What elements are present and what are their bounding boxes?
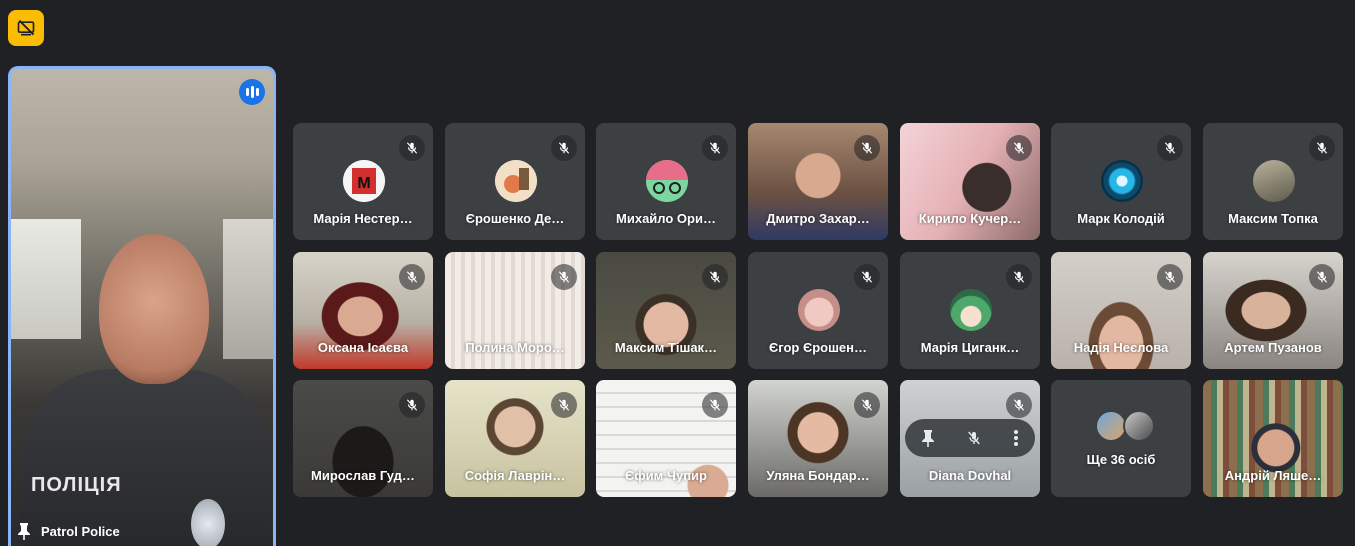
participant-tile[interactable]: Марк Колодій bbox=[1051, 123, 1191, 240]
pinned-participant-name: Patrol Police bbox=[17, 522, 120, 540]
participant-video-tile[interactable]: Diana Dovhal bbox=[900, 380, 1040, 497]
participant-video-tile[interactable]: Мирослав Гуд… bbox=[293, 380, 433, 497]
car-window bbox=[11, 219, 81, 339]
mic-off-icon bbox=[399, 264, 425, 290]
present-off-button[interactable] bbox=[8, 10, 44, 46]
participant-name: Єгор Єрошен… bbox=[768, 340, 868, 355]
avatar bbox=[950, 289, 992, 331]
participant-name: Полина Моро… bbox=[465, 340, 565, 355]
participant-tile[interactable]: Єгор Єрошен… bbox=[748, 252, 888, 369]
participant-video-tile[interactable]: Єфим Чупир bbox=[596, 380, 736, 497]
participant-name: Андрій Ляше… bbox=[1224, 468, 1322, 483]
participant-video-tile[interactable]: Софія Лаврін… bbox=[445, 380, 585, 497]
participant-name: Мирослав Гуд… bbox=[311, 468, 415, 483]
participant-name: Марія Циганк… bbox=[920, 340, 1020, 355]
participant-video-tile[interactable]: Дмитро Захар… bbox=[748, 123, 888, 240]
speaker-body bbox=[21, 369, 271, 546]
participant-name: Максим Тішак… bbox=[614, 340, 718, 355]
participant-tile[interactable]: Михайло Ори… bbox=[596, 123, 736, 240]
participant-tile[interactable]: Максим Топка bbox=[1203, 123, 1343, 240]
participant-tile[interactable]: Марія Циганк… bbox=[900, 252, 1040, 369]
participant-name: Марк Колодій bbox=[1077, 211, 1165, 226]
mic-off-icon bbox=[551, 264, 577, 290]
participant-name: Оксана Ісаєва bbox=[317, 340, 409, 355]
mic-off-icon bbox=[854, 135, 880, 161]
screen-share-off-icon bbox=[17, 19, 35, 36]
speaking-indicator-icon bbox=[239, 79, 265, 105]
police-badge bbox=[191, 499, 225, 546]
participant-video-tile[interactable]: Максим Тішак… bbox=[596, 252, 736, 369]
mic-off-icon bbox=[1157, 264, 1183, 290]
mic-off-icon bbox=[1006, 135, 1032, 161]
participant-name: Уляна Бондар… bbox=[766, 468, 870, 483]
participant-name: Артем Пузанов bbox=[1224, 340, 1322, 355]
mic-off-icon bbox=[1309, 264, 1335, 290]
avatar bbox=[646, 160, 688, 202]
pin-icon bbox=[18, 523, 30, 540]
mic-off-icon bbox=[702, 264, 728, 290]
mic-off-icon bbox=[1157, 135, 1183, 161]
participant-video-tile[interactable]: Оксана Ісаєва bbox=[293, 252, 433, 369]
participant-video-tile[interactable]: Артем Пузанов bbox=[1203, 252, 1343, 369]
avatar bbox=[798, 289, 840, 331]
participant-name: Єрошенко Де… bbox=[465, 211, 565, 226]
mic-off-icon bbox=[1006, 392, 1032, 418]
participant-name: Надія Неєлова bbox=[1073, 340, 1169, 355]
participant-name: Максим Топка bbox=[1228, 211, 1318, 226]
mic-off-icon bbox=[702, 392, 728, 418]
participant-video-tile[interactable]: Надія Неєлова bbox=[1051, 252, 1191, 369]
participant-name: Diana Dovhal bbox=[928, 468, 1012, 483]
participant-tile[interactable]: Єрошенко Де… bbox=[445, 123, 585, 240]
mic-off-icon bbox=[399, 135, 425, 161]
avatar: M bbox=[343, 160, 385, 202]
participant-tile[interactable]: M Марія Нестер… bbox=[293, 123, 433, 240]
svg-text:M: M bbox=[357, 175, 370, 192]
participant-name: Кирило Кучер… bbox=[918, 211, 1022, 226]
participant-video-tile[interactable]: Уляна Бондар… bbox=[748, 380, 888, 497]
pinned-speaker-tile[interactable]: ПОЛІЦІЯ Patrol Police bbox=[8, 66, 276, 546]
more-avatars bbox=[1095, 410, 1155, 442]
avatar bbox=[1101, 160, 1143, 202]
participant-name: Михайло Ори… bbox=[616, 211, 716, 226]
mic-off-icon bbox=[854, 264, 880, 290]
avatar bbox=[1123, 410, 1155, 442]
more-participants-label: Ще 36 осіб bbox=[1086, 452, 1156, 467]
mic-off-icon bbox=[399, 392, 425, 418]
avatar bbox=[1253, 160, 1295, 202]
more-options-icon[interactable] bbox=[1013, 429, 1019, 447]
mic-off-icon bbox=[551, 135, 577, 161]
participant-video-tile[interactable]: Кирило Кучер… bbox=[900, 123, 1040, 240]
participant-name: Дмитро Захар… bbox=[766, 211, 870, 226]
participant-video-tile[interactable]: Полина Моро… bbox=[445, 252, 585, 369]
tile-hover-controls bbox=[905, 419, 1035, 457]
participant-name: Софія Лаврін… bbox=[464, 468, 566, 483]
mic-off-icon bbox=[1309, 135, 1335, 161]
mic-off-icon bbox=[551, 392, 577, 418]
mute-participant-icon[interactable] bbox=[966, 430, 982, 446]
participant-name: Марія Нестер… bbox=[313, 211, 413, 226]
speaker-face bbox=[99, 234, 209, 384]
participant-name: Єфим Чупир bbox=[625, 468, 707, 483]
participant-video-tile[interactable]: Андрій Ляше… bbox=[1203, 380, 1343, 497]
car-window bbox=[223, 219, 273, 359]
avatar bbox=[495, 160, 537, 202]
mic-off-icon bbox=[702, 135, 728, 161]
mic-off-icon bbox=[854, 392, 880, 418]
pin-icon[interactable] bbox=[921, 429, 935, 447]
mic-off-icon bbox=[1006, 264, 1032, 290]
police-patch: ПОЛІЦІЯ bbox=[31, 474, 122, 496]
more-participants-tile[interactable]: Ще 36 осіб bbox=[1051, 380, 1191, 497]
